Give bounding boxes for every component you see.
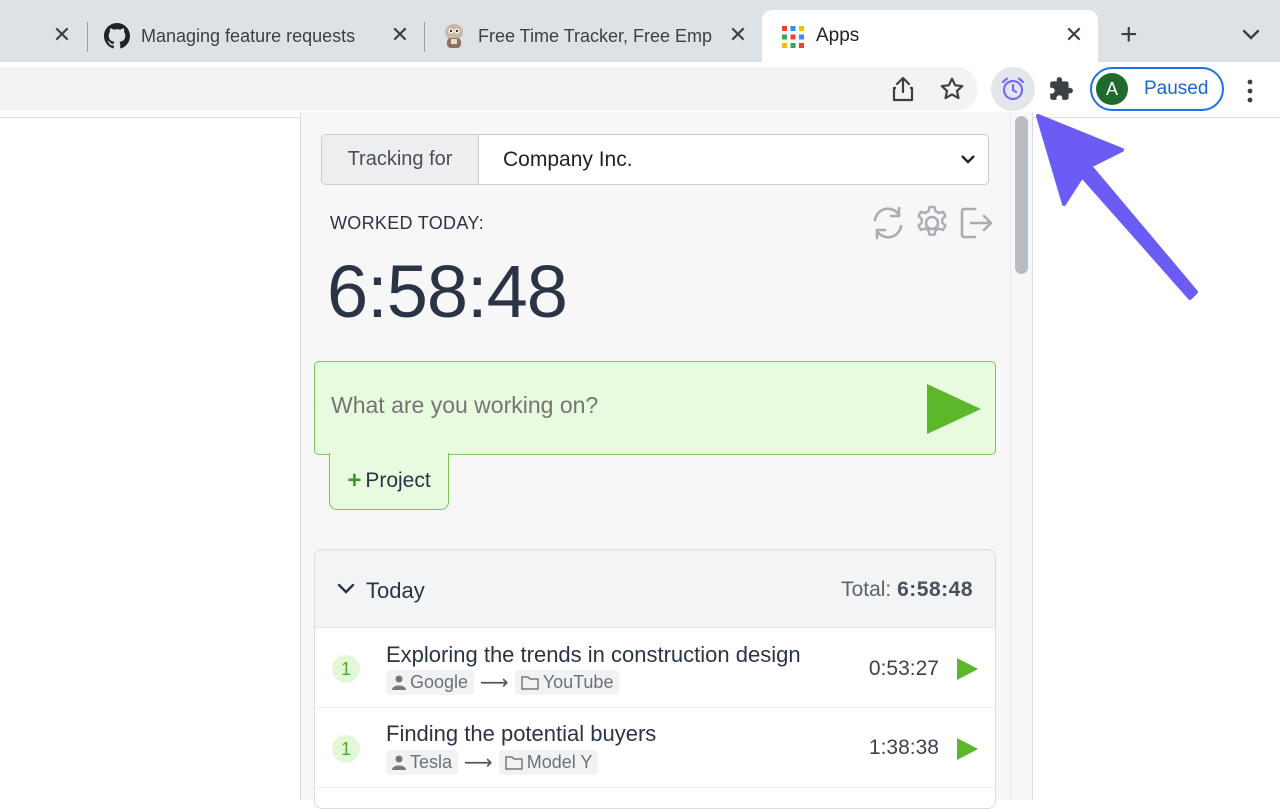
profile-button[interactable]: A Paused <box>1090 67 1224 111</box>
chevron-down-icon <box>961 155 975 164</box>
close-tab-icon[interactable]: ✕ <box>726 22 750 47</box>
time-entry-row[interactable]: 1 Finding the potential buyers Tesla ⟶ M… <box>315 708 995 788</box>
tracking-for-label: Tracking for <box>322 135 479 184</box>
avatar: A <box>1096 73 1128 105</box>
close-tab-icon[interactable]: ✕ <box>50 22 74 47</box>
tab-title: Apps <box>816 25 860 46</box>
worked-today-label: WORKED TODAY: <box>330 213 484 233</box>
day-total: Total: 6:58:48 <box>841 578 973 602</box>
start-timer-button[interactable] <box>925 382 983 436</box>
client-chip: Google <box>386 670 475 695</box>
sync-icon[interactable] <box>869 204 907 242</box>
day-total-label: Total: <box>841 578 892 601</box>
entry-description[interactable]: Finding the potential buyers <box>386 721 656 747</box>
bookmark-star-icon[interactable] <box>937 74 967 104</box>
tab-apps[interactable]: Apps ✕ <box>762 10 1098 64</box>
logout-icon[interactable] <box>957 204 995 242</box>
entry-description-input[interactable] <box>331 392 891 419</box>
popup-scrollbar-thumb[interactable] <box>1015 116 1028 274</box>
settings-gear-icon[interactable] <box>913 204 951 242</box>
client-chip: Tesla <box>386 750 459 775</box>
arrow-right-icon: ⟶ <box>464 752 493 774</box>
user-icon <box>392 675 406 690</box>
browser-toolbar: A Paused <box>0 62 1280 118</box>
folder-icon <box>520 676 539 690</box>
add-project-label: Project <box>365 469 431 492</box>
day-group-today: Today Total: 6:58:48 1 Exploring the tre… <box>314 549 996 809</box>
worked-today-timer: 6:58:48 <box>327 250 568 333</box>
new-tab-button[interactable]: + <box>1120 20 1138 50</box>
client-name: Tesla <box>410 752 453 772</box>
extensions-puzzle-icon[interactable] <box>1046 74 1076 104</box>
user-icon <box>392 755 406 770</box>
tracking-for-group: Tracking for Company Inc. <box>321 134 989 185</box>
entry-description[interactable]: Exploring the trends in construction des… <box>386 642 801 668</box>
day-title: Today <box>366 578 425 603</box>
folder-icon <box>504 756 523 770</box>
entry-duration: 0:53:27 <box>868 657 939 680</box>
time-entry-row[interactable]: 1 Exploring the trends in construction d… <box>315 628 995 708</box>
entry-count-badge: 1 <box>332 655 360 683</box>
tracker-mascot-icon <box>445 24 463 48</box>
tab-time-tracker[interactable]: Free Time Tracker, Free Emp ✕ <box>442 10 752 62</box>
alarm-clock-icon <box>1001 77 1025 101</box>
day-header[interactable]: Today Total: 6:58:48 <box>315 550 995 628</box>
tab-separator <box>87 22 88 52</box>
entry-count-badge: 1 <box>332 735 360 763</box>
project-name: YouTube <box>542 672 614 692</box>
project-name: Model Y <box>526 752 593 772</box>
company-select-value: Company Inc. <box>503 147 633 171</box>
profile-status-label: Paused <box>1144 78 1209 99</box>
arrow-right-icon: ⟶ <box>480 672 509 694</box>
close-tab-icon[interactable]: ✕ <box>388 22 412 47</box>
tab-title: Managing feature requests <box>141 25 356 46</box>
company-select[interactable]: Company Inc. <box>479 135 988 184</box>
add-project-button[interactable]: + Project <box>329 453 449 510</box>
tab-separator <box>424 22 425 52</box>
tab-search-chevron-icon[interactable] <box>1240 26 1262 44</box>
tab-title: Free Time Tracker, Free Emp <box>478 25 713 46</box>
continue-entry-play-icon[interactable] <box>955 737 979 761</box>
continue-entry-play-icon[interactable] <box>955 657 979 681</box>
plus-icon: + <box>347 467 362 494</box>
github-icon <box>104 23 130 49</box>
entry-duration: 1:38:38 <box>868 736 939 759</box>
tab-github[interactable]: Managing feature requests ✕ <box>104 10 409 62</box>
apps-grid-icon <box>782 26 804 48</box>
pointer-arrow-annotation <box>1036 114 1198 300</box>
browser-menu-icon[interactable] <box>1242 78 1258 104</box>
entry-meta: Google ⟶ YouTube <box>386 670 620 695</box>
project-chip: YouTube <box>514 670 620 695</box>
share-icon[interactable] <box>888 74 918 104</box>
entry-meta: Tesla ⟶ Model Y <box>386 750 599 775</box>
close-tab-icon[interactable]: ✕ <box>1062 22 1086 47</box>
time-entry-box <box>314 361 996 455</box>
time-tracker-extension-button[interactable] <box>991 67 1035 111</box>
address-bar[interactable] <box>0 67 978 111</box>
tab-strip: ✕ Managing feature requests ✕ Free Time … <box>0 0 1280 64</box>
day-total-value: 6:58:48 <box>897 578 973 601</box>
chevron-down-icon[interactable] <box>337 582 355 596</box>
client-name: Google <box>410 672 469 692</box>
project-chip: Model Y <box>498 750 599 775</box>
